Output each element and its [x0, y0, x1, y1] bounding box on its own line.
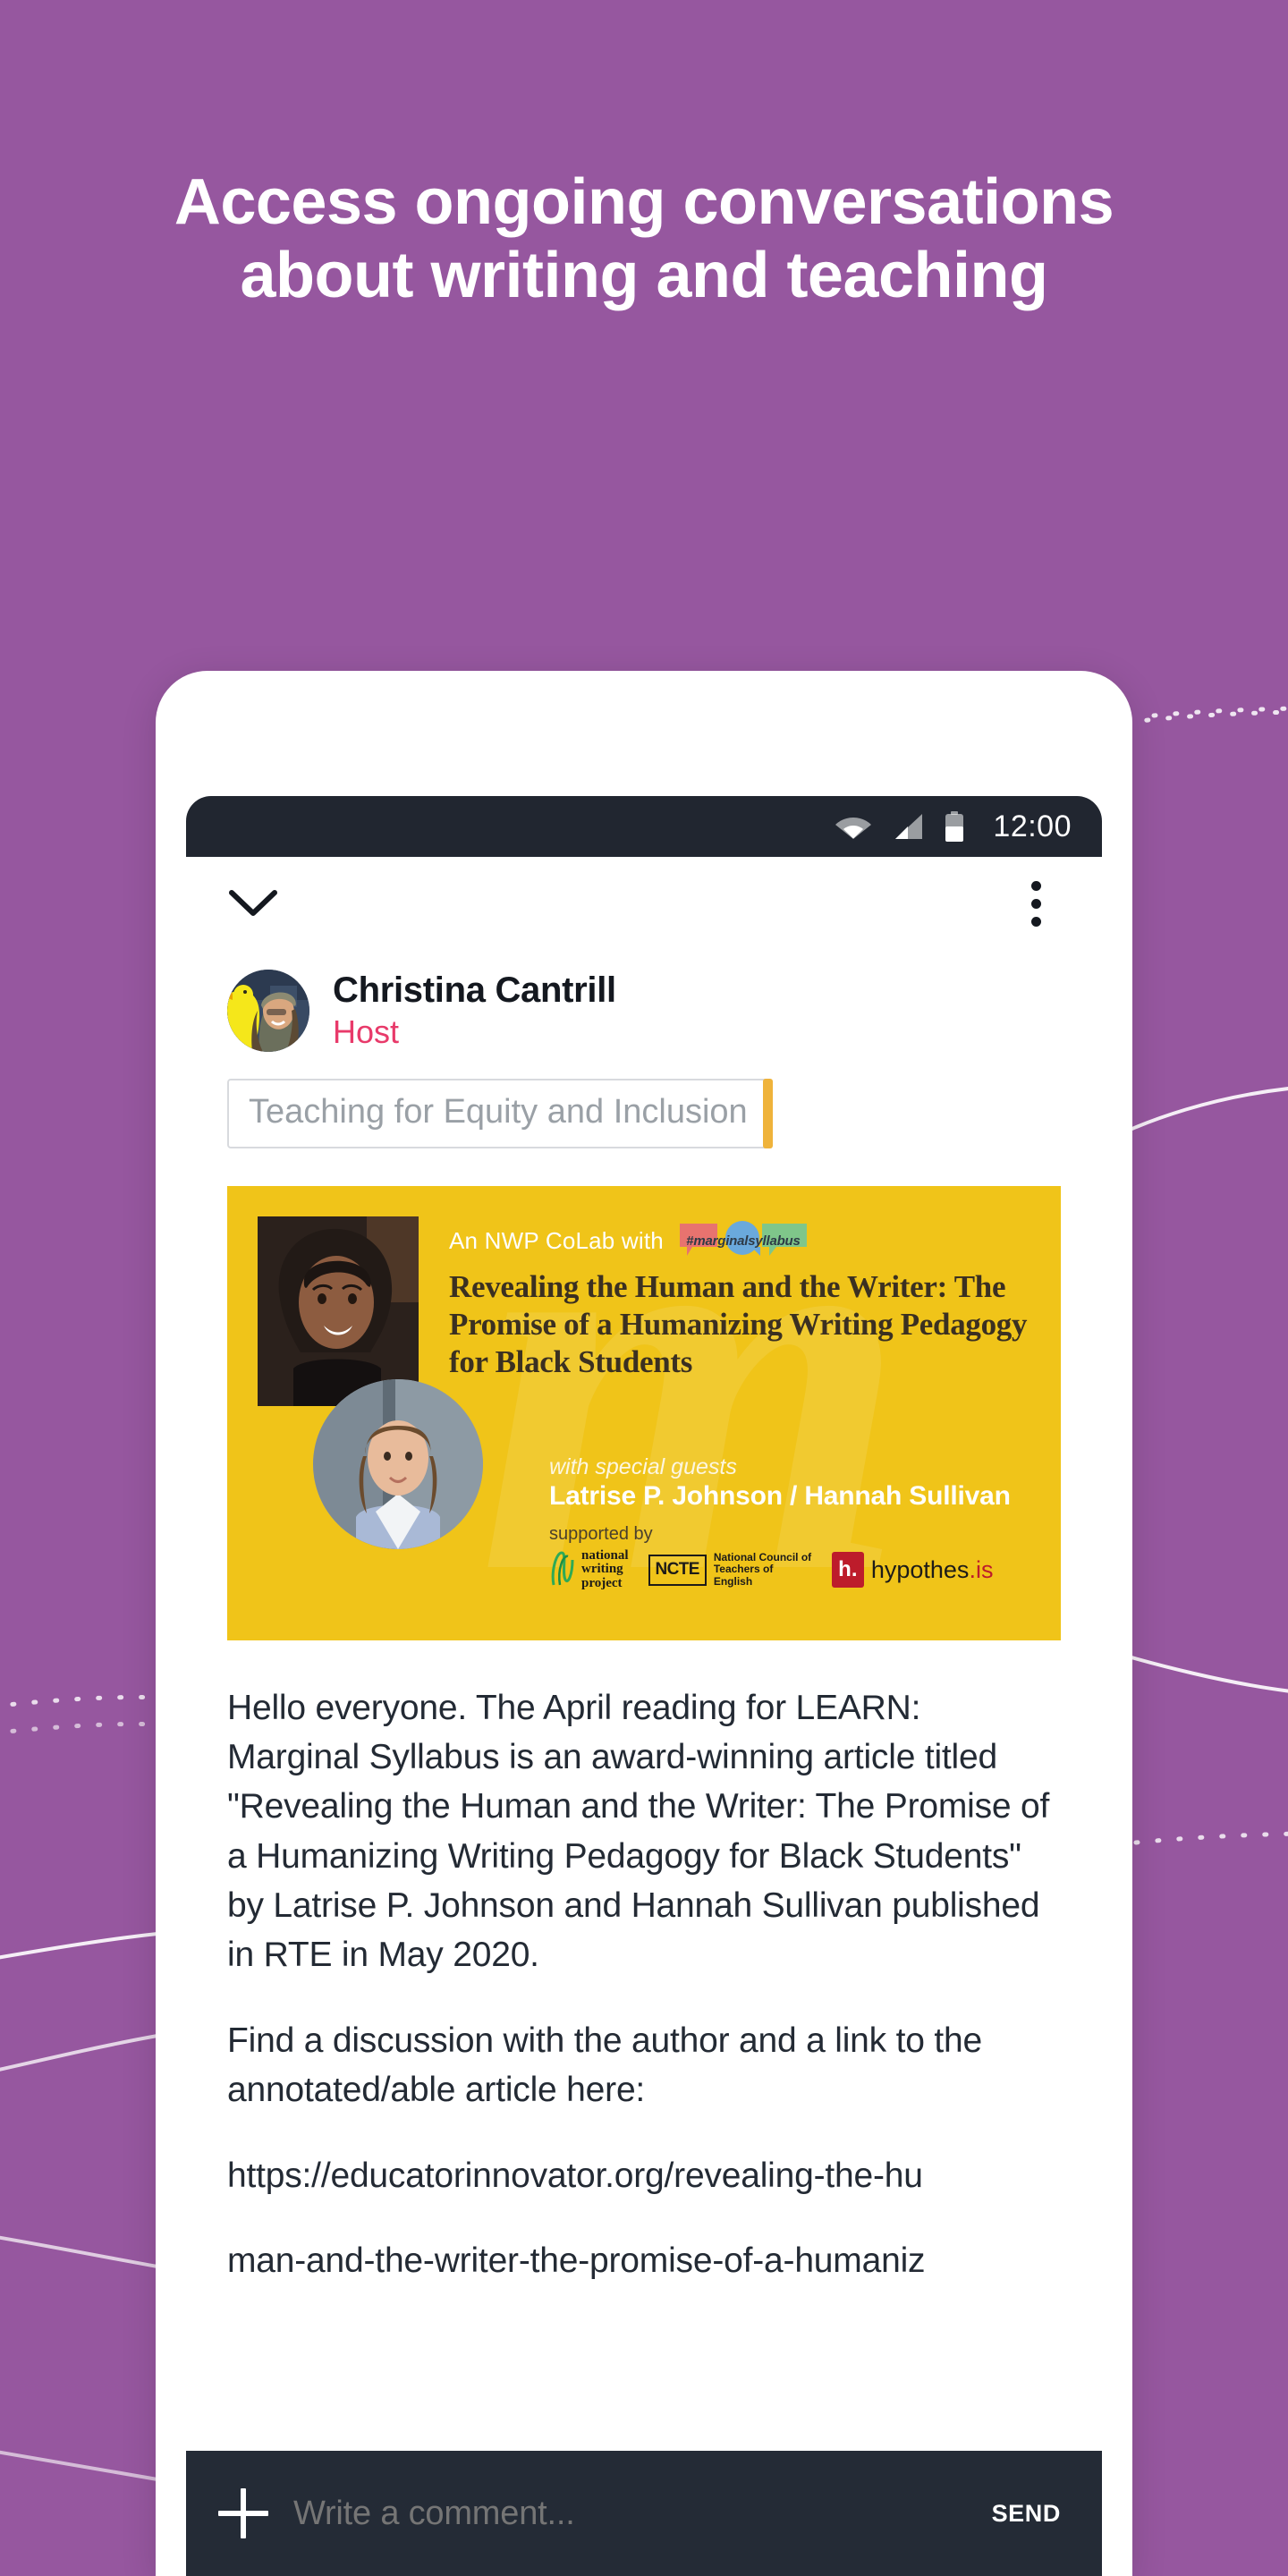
promo-eyebrow: An NWP CoLab with #marginalsyllabus [449, 1220, 810, 1263]
plus-icon[interactable] [218, 2488, 268, 2538]
send-button[interactable]: SEND [992, 2500, 1061, 2528]
promo-guests: Latrise P. Johnson / Hannah Sullivan [549, 1480, 1011, 1511]
comment-input[interactable] [293, 2494, 967, 2533]
ncte-logo: NCTE National Council of Teachers of Eng… [648, 1550, 812, 1589]
promo-sponsor-logos: national writing project NCTE National C… [549, 1547, 994, 1592]
nwp-line-3: project [581, 1576, 623, 1591]
cellular-signal-icon [893, 813, 923, 840]
ncte-abbr: NCTE [648, 1554, 707, 1586]
status-bar: 12:00 [186, 796, 1102, 857]
nwp-wordmark: national writing project [581, 1547, 629, 1591]
national-writing-project-logo: national writing project [549, 1547, 629, 1592]
author-role-badge: Host [333, 1013, 400, 1051]
chevron-down-icon[interactable] [222, 872, 284, 935]
topic-field[interactable]: Teaching for Equity and Inclusion [227, 1079, 773, 1148]
promo-guests-label: with special guests [549, 1453, 737, 1479]
promo-eyebrow-text: An NWP CoLab with [449, 1227, 664, 1254]
topic-field-wrap: Teaching for Equity and Inclusion [186, 1052, 1102, 1148]
kebab-dot [1030, 916, 1041, 927]
app-header [186, 857, 1102, 950]
ncte-subtitle: National Council of Teachers of English [713, 1550, 812, 1589]
promo-title: Revealing the Human and the Writer: The … [449, 1268, 1028, 1379]
nwp-line-2: writing [581, 1562, 623, 1577]
post-url-line-1[interactable]: https://educatorinnovator.org/revealing-… [227, 2151, 1061, 2200]
hypothesis-text: hypothes [870, 1555, 970, 1583]
promo-headline: Access ongoing conversations about writi… [174, 166, 1114, 312]
author-meta: Christina Cantrill Host [333, 970, 616, 1052]
speaker-photo-secondary [313, 1378, 483, 1549]
hypothesis-logo: h. hypothes.is [831, 1552, 994, 1589]
phone-screen: 12:00 Christina Cantrill Host Teaching f… [186, 796, 1102, 2576]
promo-supported-label: supported by [549, 1523, 653, 1544]
hypothesis-mark: h. [831, 1552, 864, 1589]
post-url-line-2[interactable]: man-and-the-writer-the-promise-of-a-huma… [227, 2236, 1061, 2285]
kebab-dot [1030, 880, 1041, 891]
post-paragraph-1: Hello everyone. The April reading for LE… [227, 1688, 1050, 1975]
post-paragraph-2: Find a discussion with the author and a … [227, 2021, 982, 2110]
marginalsyllabus-tag: #marginalsyllabus [686, 1233, 801, 1249]
user-avatar[interactable] [227, 970, 309, 1052]
speaker-photo-primary [258, 1216, 419, 1406]
topic-label: Teaching for Equity and Inclusion [249, 1093, 748, 1131]
author-name: Christina Cantrill [333, 970, 616, 1010]
hypothesis-wordmark: hypothes.is [871, 1556, 994, 1584]
nwp-squiggle-icon [549, 1549, 576, 1592]
wifi-icon [835, 813, 872, 840]
topic-accent-tab [762, 1079, 773, 1148]
nwp-line-1: national [581, 1547, 629, 1563]
hypothesis-tld: .is [969, 1555, 994, 1583]
marginalsyllabus-logo: #marginalsyllabus [676, 1220, 810, 1263]
post-body: Hello everyone. The April reading for LE… [186, 1640, 1102, 2286]
post-author[interactable]: Christina Cantrill Host [186, 950, 1102, 1052]
phone-mockup: 12:00 Christina Cantrill Host Teaching f… [156, 671, 1132, 2576]
battery-icon [945, 811, 964, 842]
comment-bar: SEND [186, 2451, 1102, 2576]
status-bar-time: 12:00 [993, 809, 1072, 843]
kebab-dot [1030, 898, 1041, 909]
post-attachment-image[interactable]: m An NWP CoLab with #marginalsyllabus Re… [227, 1185, 1061, 1640]
kebab-menu-icon[interactable] [1011, 872, 1061, 935]
